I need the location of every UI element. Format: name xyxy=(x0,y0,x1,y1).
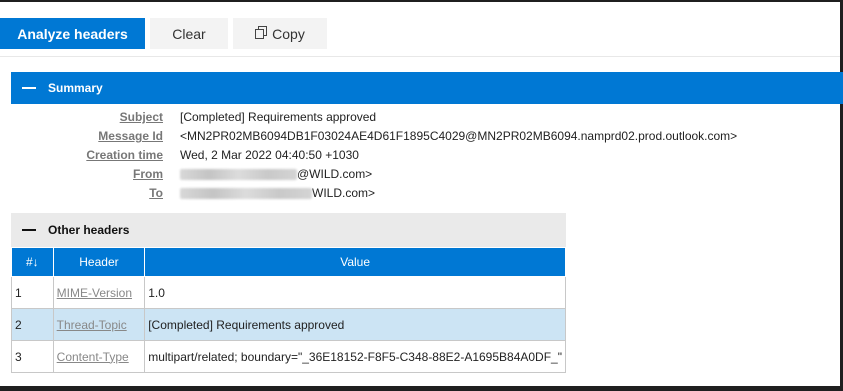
message-id-label[interactable]: Message Id xyxy=(98,129,163,143)
subject-value: [Completed] Requirements approved xyxy=(180,110,377,124)
column-header-header[interactable]: Header xyxy=(52,247,146,277)
column-header-number[interactable]: #↓ xyxy=(11,247,54,277)
window-bottom-border xyxy=(0,386,843,391)
subject-label[interactable]: Subject xyxy=(120,110,163,124)
header-name-link[interactable]: MIME-Version xyxy=(57,286,132,300)
summary-row-to: To WILD.com> xyxy=(0,186,840,204)
summary-row-subject: Subject [Completed] Requirements approve… xyxy=(0,110,840,128)
other-headers-table: #↓ Header Value 1 MIME-Version 1.0 2 Thr… xyxy=(11,247,566,373)
to-value: WILD.com> xyxy=(180,186,375,200)
redacted-recipient xyxy=(180,188,312,200)
row-number: 3 xyxy=(11,340,54,373)
other-headers-title: Other headers xyxy=(48,223,130,237)
message-id-value: <MN2PR02MB6094DB1F03024AE4D61F1895C4029@… xyxy=(180,129,738,143)
toolbar-divider xyxy=(0,56,840,57)
to-domain: WILD.com> xyxy=(312,186,376,200)
to-label[interactable]: To xyxy=(149,186,163,200)
creation-time-label[interactable]: Creation time xyxy=(86,148,163,162)
column-header-value[interactable]: Value xyxy=(144,247,566,277)
clear-button[interactable]: Clear xyxy=(150,18,228,49)
table-header-row: #↓ Header Value xyxy=(11,247,566,277)
header-name-link[interactable]: Thread-Topic xyxy=(57,318,127,332)
creation-time-value: Wed, 2 Mar 2022 04:40:50 +1030 xyxy=(180,148,359,162)
from-value: @WILD.com> xyxy=(180,167,372,181)
collapse-icon xyxy=(22,229,36,231)
copy-button[interactable]: Copy xyxy=(233,18,327,49)
copy-button-label: Copy xyxy=(272,25,305,42)
redacted-sender xyxy=(180,169,297,181)
summary-section-header[interactable]: Summary xyxy=(11,72,843,104)
window-top-border xyxy=(0,0,843,2)
table-row[interactable]: 1 MIME-Version 1.0 xyxy=(11,276,566,309)
from-domain: @WILD.com> xyxy=(297,167,373,181)
table-row[interactable]: 2 Thread-Topic [Completed] Requirements … xyxy=(11,308,566,341)
header-value: [Completed] Requirements approved xyxy=(144,308,566,341)
other-headers-section-header[interactable]: Other headers xyxy=(11,213,566,247)
row-number: 2 xyxy=(11,308,54,341)
header-value: multipart/related; boundary="_36E18152-F… xyxy=(144,340,566,373)
summary-row-from: From @WILD.com> xyxy=(0,167,840,185)
row-number: 1 xyxy=(11,276,54,309)
summary-row-message-id: Message Id <MN2PR02MB6094DB1F03024AE4D61… xyxy=(0,129,840,147)
summary-row-creation-time: Creation time Wed, 2 Mar 2022 04:40:50 +… xyxy=(0,148,840,166)
collapse-icon xyxy=(22,87,36,89)
table-row[interactable]: 3 Content-Type multipart/related; bounda… xyxy=(11,340,566,373)
toolbar: Analyze headers Clear Copy xyxy=(0,18,327,49)
summary-title: Summary xyxy=(48,81,103,95)
header-value: 1.0 xyxy=(144,276,566,309)
header-name-link[interactable]: Content-Type xyxy=(57,350,129,364)
copy-icon xyxy=(255,25,268,42)
from-label[interactable]: From xyxy=(133,167,163,181)
analyze-headers-button[interactable]: Analyze headers xyxy=(0,18,145,49)
